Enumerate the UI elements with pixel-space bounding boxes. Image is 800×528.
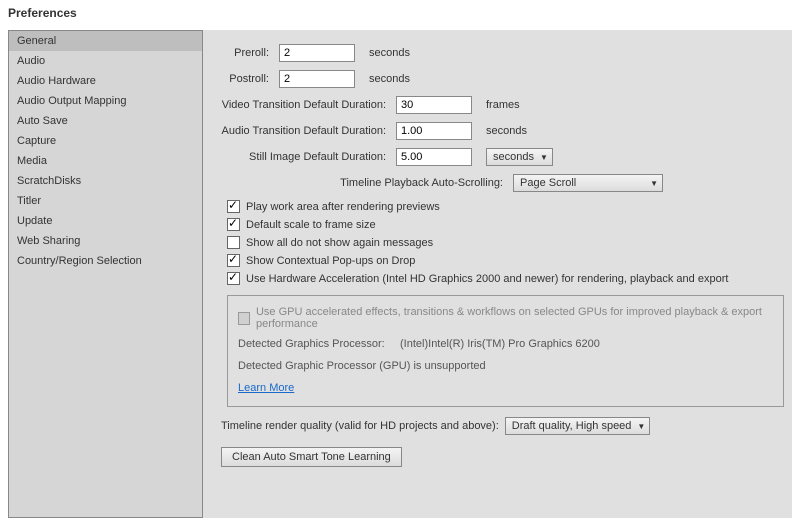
gpu-box: Use GPU accelerated effects, transitions… bbox=[227, 295, 784, 407]
preroll-label: Preroll: bbox=[221, 47, 279, 59]
autoscroll-dropdown[interactable]: Page Scroll ▼ bbox=[513, 174, 663, 192]
play-work-area-label: Play work area after rendering previews bbox=[246, 201, 440, 213]
sidebar-item-capture[interactable]: Capture bbox=[9, 131, 202, 151]
play-work-area-checkbox[interactable]: Play work area after rendering previews bbox=[227, 200, 784, 213]
detected-gpu: Detected Graphics Processor: (Intel)Inte… bbox=[238, 338, 773, 350]
still-image-unit-dropdown[interactable]: seconds ▼ bbox=[486, 148, 553, 166]
show-all-dont-checkbox[interactable]: Show all do not show again messages bbox=[227, 236, 784, 249]
sidebar-item-scratchdisks[interactable]: ScratchDisks bbox=[9, 171, 202, 191]
still-image-label: Still Image Default Duration: bbox=[221, 151, 396, 163]
preroll-unit: seconds bbox=[355, 47, 410, 59]
sidebar-item-country-region-selection[interactable]: Country/Region Selection bbox=[9, 251, 202, 271]
checkbox-icon bbox=[238, 312, 250, 325]
postroll-unit: seconds bbox=[355, 73, 410, 85]
content: GeneralAudioAudio HardwareAudio Output M… bbox=[0, 26, 800, 526]
window-title: Preferences bbox=[0, 0, 800, 26]
autoscroll-value: Page Scroll bbox=[520, 177, 576, 189]
general-panel: Preroll: seconds Postroll: seconds Video… bbox=[203, 30, 792, 518]
hw-accel-checkbox[interactable]: Use Hardware Acceleration (Intel HD Grap… bbox=[227, 272, 784, 285]
contextual-popups-label: Show Contextual Pop-ups on Drop bbox=[246, 255, 415, 267]
sidebar-item-media[interactable]: Media bbox=[9, 151, 202, 171]
sidebar-item-audio[interactable]: Audio bbox=[9, 51, 202, 71]
gpu-accel-checkbox: Use GPU accelerated effects, transitions… bbox=[238, 306, 773, 330]
chevron-down-icon: ▼ bbox=[540, 153, 548, 162]
audio-transition-unit: seconds bbox=[472, 125, 527, 137]
video-transition-input[interactable] bbox=[396, 96, 472, 114]
gpu-accel-label: Use GPU accelerated effects, transitions… bbox=[256, 306, 773, 330]
video-transition-label: Video Transition Default Duration: bbox=[221, 99, 396, 111]
still-image-unit-value: seconds bbox=[493, 151, 534, 163]
postroll-label: Postroll: bbox=[221, 73, 279, 85]
detected-gpu-value: (Intel)Intel(R) Iris(TM) Pro Graphics 62… bbox=[400, 338, 600, 350]
sidebar-item-update[interactable]: Update bbox=[9, 211, 202, 231]
audio-transition-label: Audio Transition Default Duration: bbox=[221, 125, 396, 137]
autoscroll-label: Timeline Playback Auto-Scrolling: bbox=[221, 177, 513, 189]
chevron-down-icon: ▼ bbox=[650, 179, 658, 188]
render-quality-dropdown[interactable]: Draft quality, High speed ▼ bbox=[505, 417, 651, 435]
default-scale-label: Default scale to frame size bbox=[246, 219, 376, 231]
sidebar-item-titler[interactable]: Titler bbox=[9, 191, 202, 211]
checkbox-icon bbox=[227, 272, 240, 285]
preroll-input[interactable] bbox=[279, 44, 355, 62]
detected-gpu-label: Detected Graphics Processor: bbox=[238, 338, 385, 350]
checkbox-icon bbox=[227, 200, 240, 213]
render-quality-label: Timeline render quality (valid for HD pr… bbox=[221, 420, 499, 432]
hw-accel-label: Use Hardware Acceleration (Intel HD Grap… bbox=[246, 273, 728, 285]
preferences-sidebar: GeneralAudioAudio HardwareAudio Output M… bbox=[8, 30, 203, 518]
default-scale-checkbox[interactable]: Default scale to frame size bbox=[227, 218, 784, 231]
learn-more-link[interactable]: Learn More bbox=[238, 382, 294, 394]
postroll-input[interactable] bbox=[279, 70, 355, 88]
contextual-popups-checkbox[interactable]: Show Contextual Pop-ups on Drop bbox=[227, 254, 784, 267]
video-transition-unit: frames bbox=[472, 99, 520, 111]
chevron-down-icon: ▼ bbox=[637, 422, 645, 431]
still-image-input[interactable] bbox=[396, 148, 472, 166]
sidebar-item-auto-save[interactable]: Auto Save bbox=[9, 111, 202, 131]
sidebar-item-audio-hardware[interactable]: Audio Hardware bbox=[9, 71, 202, 91]
render-quality-value: Draft quality, High speed bbox=[512, 420, 632, 432]
show-all-dont-label: Show all do not show again messages bbox=[246, 237, 433, 249]
checkbox-icon bbox=[227, 254, 240, 267]
audio-transition-input[interactable] bbox=[396, 122, 472, 140]
sidebar-item-audio-output-mapping[interactable]: Audio Output Mapping bbox=[9, 91, 202, 111]
gpu-unsupported: Detected Graphic Processor (GPU) is unsu… bbox=[238, 360, 773, 372]
clean-smart-tone-button[interactable]: Clean Auto Smart Tone Learning bbox=[221, 447, 402, 467]
checkbox-icon bbox=[227, 218, 240, 231]
sidebar-item-web-sharing[interactable]: Web Sharing bbox=[9, 231, 202, 251]
checkbox-icon bbox=[227, 236, 240, 249]
sidebar-item-general[interactable]: General bbox=[9, 31, 202, 51]
